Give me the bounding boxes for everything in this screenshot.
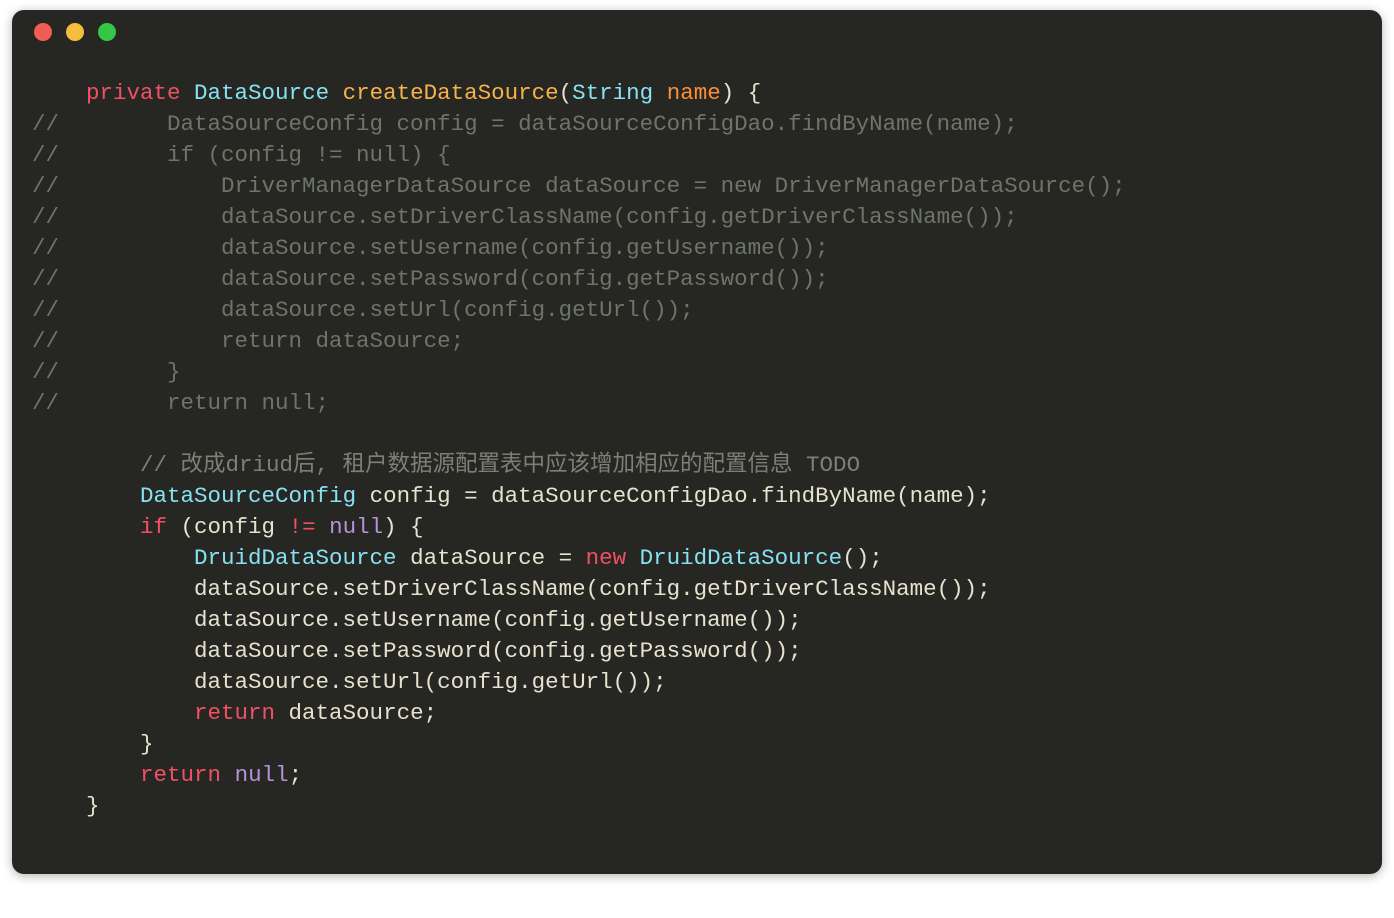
paren-open: ( <box>559 80 573 106</box>
code-text <box>316 514 330 540</box>
code-text: ) { <box>383 514 424 540</box>
keyword-return: return <box>194 700 275 726</box>
traffic-maximize-icon[interactable] <box>98 23 116 41</box>
code-text: (); <box>842 545 883 571</box>
code-line: dataSource.setDriverClassName(config.get… <box>194 576 991 602</box>
comment-line-4: // dataSource.setDriverClassName(config.… <box>32 204 1018 230</box>
param-name: name <box>667 80 721 106</box>
comment-line-7: // dataSource.setUrl(config.getUrl()); <box>32 297 694 323</box>
comment-line-8: // return dataSource; <box>32 328 464 354</box>
keyword-private: private <box>86 80 181 106</box>
keyword-new: new <box>586 545 627 571</box>
code-text: dataSource; <box>275 700 437 726</box>
operator-neq: != <box>289 514 316 540</box>
paren-close: ) <box>721 80 735 106</box>
comment-line-10: // return null; <box>32 390 329 416</box>
code-area: private DataSource createDataSource(Stri… <box>12 54 1382 874</box>
code-text <box>626 545 640 571</box>
code-text: (config <box>167 514 289 540</box>
comment-line-9: // } <box>32 359 181 385</box>
keyword-null: null <box>235 762 289 788</box>
keyword-return: return <box>140 762 221 788</box>
code-line: dataSource.setPassword(config.getPasswor… <box>194 638 802 664</box>
comment-todo: // 改成driud后, 租户数据源配置表中应该增加相应的配置信息 TODO <box>140 452 860 478</box>
code-line: dataSource.setUsername(config.getUsernam… <box>194 607 802 633</box>
keyword-if: if <box>140 514 167 540</box>
titlebar <box>12 10 1382 54</box>
code-text: config = dataSourceConfigDao.findByName(… <box>356 483 991 509</box>
type-datasource: DataSource <box>194 80 329 106</box>
type-druid: DruidDataSource <box>194 545 397 571</box>
type-druid-ctor: DruidDataSource <box>640 545 843 571</box>
type-dsconfig: DataSourceConfig <box>140 483 356 509</box>
brace-close: } <box>140 731 154 757</box>
comment-line-3: // DriverManagerDataSource dataSource = … <box>32 173 1126 199</box>
type-string: String <box>572 80 653 106</box>
comment-line-1: // DataSourceConfig config = dataSourceC… <box>32 111 1018 137</box>
comment-line-5: // dataSource.setUsername(config.getUser… <box>32 235 829 261</box>
code-window: private DataSource createDataSource(Stri… <box>12 10 1382 874</box>
code-text: dataSource = <box>397 545 586 571</box>
comment-line-2: // if (config != null) { <box>32 142 451 168</box>
code-line: dataSource.setUrl(config.getUrl()); <box>194 669 667 695</box>
semicolon: ; <box>289 762 303 788</box>
method-name: createDataSource <box>343 80 559 106</box>
code-text <box>221 762 235 788</box>
brace-open: { <box>734 80 761 106</box>
comment-line-6: // dataSource.setPassword(config.getPass… <box>32 266 829 292</box>
traffic-close-icon[interactable] <box>34 23 52 41</box>
brace-close-method: } <box>86 793 100 819</box>
traffic-minimize-icon[interactable] <box>66 23 84 41</box>
keyword-null: null <box>329 514 383 540</box>
